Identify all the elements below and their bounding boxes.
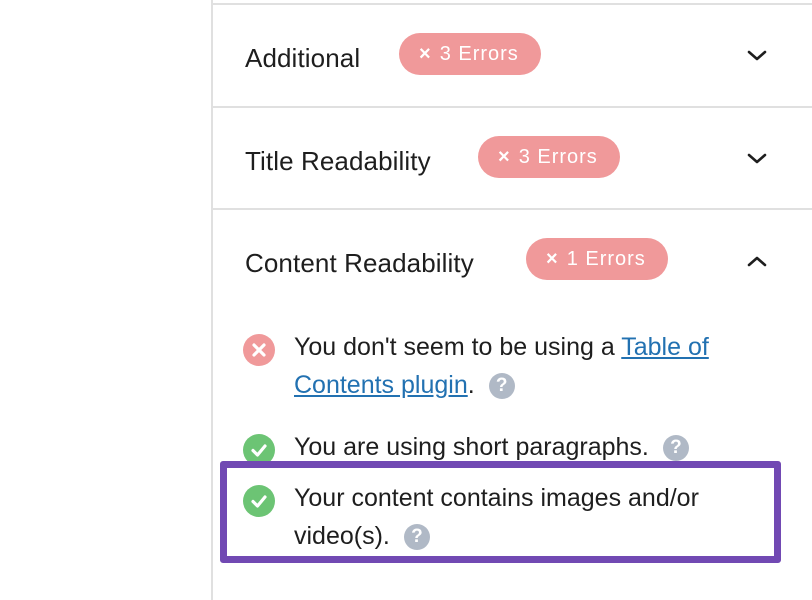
section-content-readability: Content Readability × 1 Errors You don't… — [213, 208, 812, 600]
check-text-content: Your content contains images and/or vide… — [294, 484, 699, 550]
error-count-badge: × 3 Errors — [399, 33, 541, 75]
check-text-after: . — [467, 371, 475, 399]
check-item-images-video: Your content contains images and/or vide… — [243, 479, 783, 555]
section-title: Title Readability — [245, 146, 431, 176]
section-title: Content Readability — [245, 248, 474, 278]
x-icon: × — [419, 43, 432, 65]
check-text-before: You don't seem to be using a — [294, 333, 622, 361]
help-icon[interactable]: ? — [403, 524, 430, 550]
section-additional-header[interactable]: Additional × 3 Errors — [213, 5, 812, 106]
check-circle-icon — [243, 434, 275, 466]
chevron-up-icon[interactable] — [744, 248, 770, 274]
error-count-badge: × 3 Errors — [478, 136, 620, 178]
chevron-down-icon[interactable] — [744, 146, 770, 172]
badge-label: 3 Errors — [439, 43, 519, 65]
seo-analysis-panel: Additional × 3 Errors Title Readability ×… — [211, 0, 812, 600]
check-item-short-paragraphs: You are using short paragraphs.? — [243, 428, 783, 466]
badge-label: 1 Errors — [566, 248, 646, 270]
x-circle-icon — [243, 334, 275, 366]
section-content-readability-header[interactable]: Content Readability × 1 Errors — [213, 210, 812, 311]
check-item-table-of-contents: You don't seem to be using a Table of Co… — [243, 328, 783, 404]
x-icon: × — [546, 248, 559, 270]
help-icon[interactable]: ? — [662, 435, 689, 461]
section-title-readability: Title Readability × 3 Errors — [213, 106, 812, 209]
chevron-down-icon[interactable] — [744, 43, 770, 69]
section-additional: Additional × 3 Errors — [213, 3, 812, 106]
page: Additional × 3 Errors Title Readability ×… — [0, 0, 812, 600]
check-text-content: You are using short paragraphs. — [294, 433, 649, 461]
x-icon: × — [498, 146, 511, 168]
badge-label: 3 Errors — [518, 146, 598, 168]
help-icon[interactable]: ? — [488, 373, 515, 399]
check-text: You don't seem to be using a Table of Co… — [294, 328, 774, 404]
section-title-readability-header[interactable]: Title Readability × 3 Errors — [213, 108, 812, 209]
section-title: Additional — [245, 43, 361, 73]
check-text: Your content contains images and/or vide… — [294, 479, 774, 555]
left-blank-area — [0, 0, 211, 600]
check-circle-icon — [243, 485, 275, 517]
error-count-badge: × 1 Errors — [526, 238, 668, 280]
check-text: You are using short paragraphs.? — [294, 428, 774, 466]
